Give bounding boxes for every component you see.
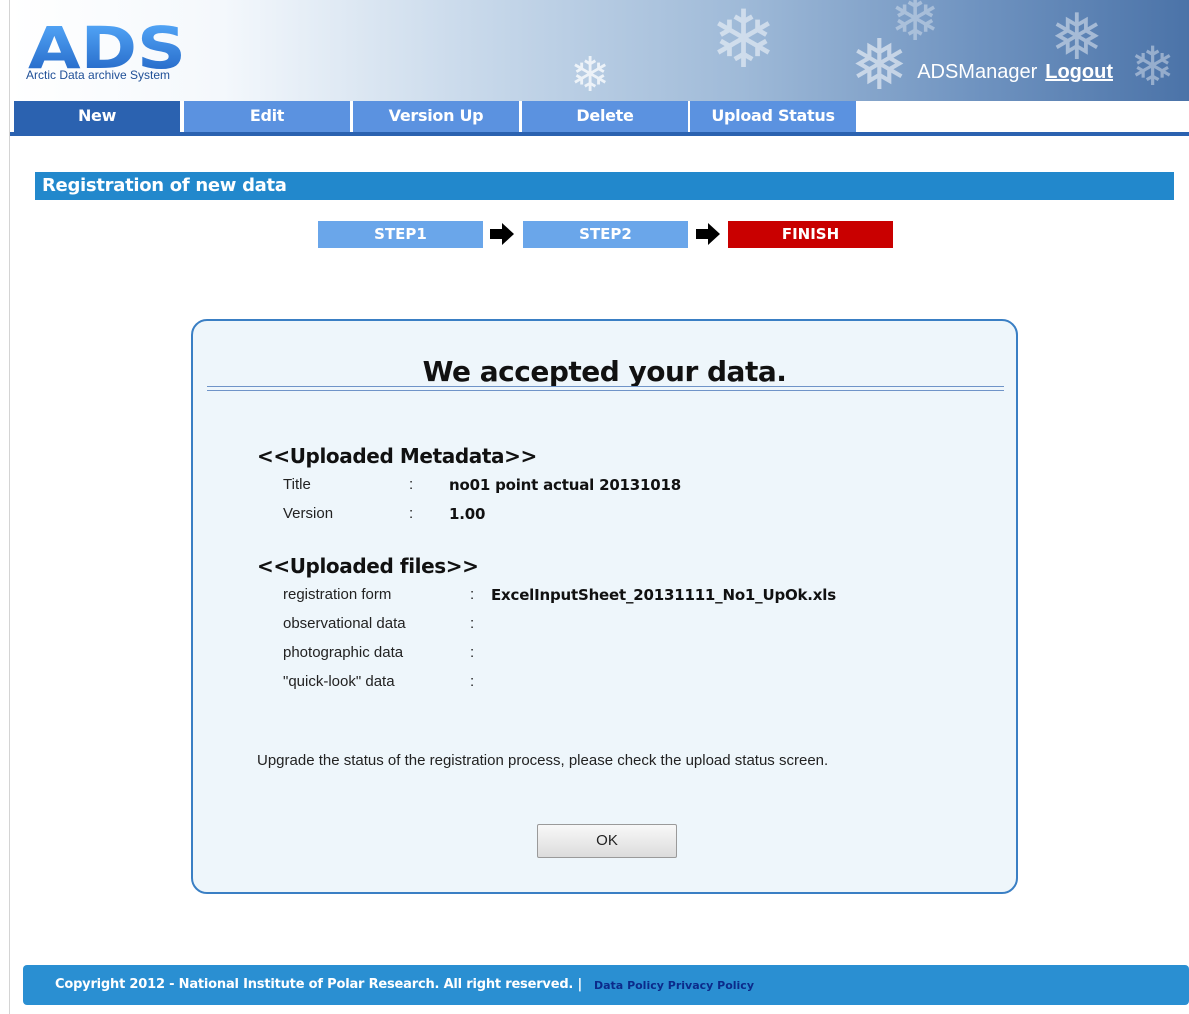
copyright-text: Copyright 2012 - National Institute of P…: [55, 977, 583, 992]
snowflake-decoration: ❄: [710, 0, 778, 84]
metadata-label-version: Version: [283, 505, 334, 522]
step-2: STEP2: [523, 221, 688, 248]
snowflake-decoration: ❄: [1130, 37, 1176, 97]
tab-underline: [10, 132, 1189, 136]
snowflake-decoration: ❄: [570, 49, 611, 101]
file-value-registration-form: ExcelInputSheet_20131111_No1_UpOk.xls: [491, 586, 836, 604]
file-label-photographic-data: photographic data: [283, 644, 404, 661]
step-finish: FINISH: [728, 221, 893, 248]
tab-edit[interactable]: Edit: [184, 101, 350, 132]
file-label-registration-form: registration form: [283, 586, 392, 603]
logo-subtitle: Arctic Data archive System: [26, 68, 171, 82]
arrow-right-icon: [696, 223, 720, 245]
metadata-label-title: Title: [283, 476, 311, 493]
separator: :: [470, 586, 475, 603]
ok-button[interactable]: OK: [537, 824, 677, 858]
file-label-quick-look-data: "quick-look" data: [283, 673, 395, 690]
page-border: [9, 0, 10, 1014]
separator: :: [470, 644, 475, 661]
status-note: Upgrade the status of the registration p…: [257, 752, 829, 769]
footer-links: Data Policy Privacy Policy: [594, 979, 754, 992]
metadata-value-title: no01 point actual 20131018: [449, 476, 681, 494]
snowflake-decoration: ❄: [890, 0, 941, 53]
username: ADSManager: [917, 61, 1038, 83]
tab-new[interactable]: New: [14, 101, 180, 132]
data-policy-link[interactable]: Data Policy: [594, 979, 664, 992]
separator: :: [409, 505, 414, 522]
user-area: ADSManager Logout: [917, 61, 1113, 84]
footer: Copyright 2012 - National Institute of P…: [23, 965, 1189, 1005]
tab-delete[interactable]: Delete: [522, 101, 688, 132]
step-1: STEP1: [318, 221, 483, 248]
panel-title: We accepted your data.: [422, 355, 787, 388]
privacy-policy-link[interactable]: Privacy Policy: [668, 979, 754, 992]
file-label-observational-data: observational data: [283, 615, 406, 632]
tab-upload-status[interactable]: Upload Status: [690, 101, 856, 132]
logout-link[interactable]: Logout: [1045, 61, 1113, 83]
section-title: Registration of new data: [35, 172, 1174, 200]
tab-version-up[interactable]: Version Up: [353, 101, 519, 132]
files-heading: <<Uploaded files>>: [257, 554, 479, 578]
metadata-value-version: 1.00: [449, 505, 486, 523]
separator: :: [409, 476, 414, 493]
metadata-heading: <<Uploaded Metadata>>: [257, 444, 537, 468]
separator: :: [470, 673, 475, 690]
result-panel: We accepted your data. <<Uploaded Metada…: [191, 319, 1018, 894]
header-banner: ❄ ❄ ❅ ❄ ❅ ❄ ADS Arctic Data archive Syst…: [10, 0, 1189, 101]
snowflake-decoration: ❅: [1050, 1, 1104, 73]
separator: :: [470, 615, 475, 632]
title-rule: [207, 390, 1004, 391]
arrow-right-icon: [490, 223, 514, 245]
title-rule: [207, 386, 1004, 387]
